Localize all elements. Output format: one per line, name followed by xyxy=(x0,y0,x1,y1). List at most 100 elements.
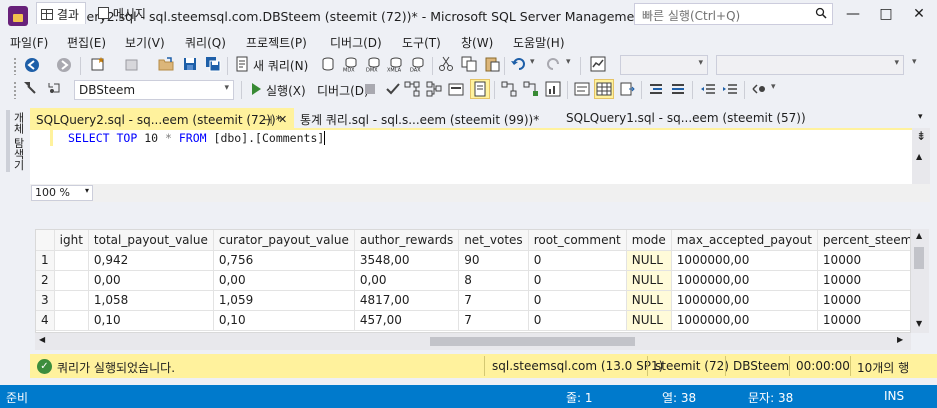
column-header[interactable]: ight xyxy=(54,230,89,251)
table-cell[interactable]: 0,10 xyxy=(88,310,214,331)
scroll-down-icon[interactable]: ▼ xyxy=(916,319,922,328)
table-row[interactable]: 4 0,10 0,10 457,00 7 0 NULL 1000000,00 1… xyxy=(36,310,910,331)
table-cell-null[interactable]: NULL xyxy=(626,290,672,311)
table-cell[interactable]: 0,756 xyxy=(213,250,355,271)
tab-stats-query[interactable]: 통계 쿼리.sql - sql.s...eem (steemit (99))* xyxy=(294,108,556,129)
toolbar-options-icon[interactable]: ▾ xyxy=(771,82,776,92)
table-cell[interactable]: 1000000,00 xyxy=(671,250,818,271)
cancel-execution-icon[interactable] xyxy=(363,82,377,96)
table-cell[interactable] xyxy=(54,290,89,311)
increase-indent-icon[interactable] xyxy=(722,81,738,97)
tab-results[interactable]: 결과 xyxy=(36,2,86,24)
split-icon[interactable]: ⇟ xyxy=(914,130,928,144)
table-cell[interactable]: 0 xyxy=(528,310,627,331)
live-query-stats-icon[interactable] xyxy=(523,81,539,97)
table-cell[interactable]: 1000000,00 xyxy=(671,290,818,311)
table-cell[interactable]: 0,942 xyxy=(88,250,214,271)
table-cell[interactable]: 10000 xyxy=(817,270,910,291)
navigate-back-icon[interactable] xyxy=(24,57,40,73)
debug-button[interactable]: 디버그(D) xyxy=(317,82,369,99)
table-cell[interactable]: 90 xyxy=(458,250,529,271)
table-cell[interactable]: 7 xyxy=(458,310,529,331)
undo-icon[interactable] xyxy=(511,56,527,72)
results-to-file-icon[interactable] xyxy=(619,81,635,97)
menu-edit[interactable]: 편집(E) xyxy=(67,34,106,51)
save-all-icon[interactable] xyxy=(205,56,221,72)
editor-horizontal-scrollbar[interactable] xyxy=(93,184,913,202)
menu-tools[interactable]: 도구(T) xyxy=(402,34,441,51)
parse-icon[interactable] xyxy=(385,81,401,97)
pin-icon[interactable]: ⊣ xyxy=(262,113,272,127)
query-options-icon[interactable] xyxy=(426,81,442,97)
comment-out-icon[interactable] xyxy=(648,81,664,97)
open-file-icon[interactable] xyxy=(158,56,174,72)
table-cell[interactable]: 0,00 xyxy=(354,270,460,291)
table-cell[interactable] xyxy=(54,250,89,271)
table-cell[interactable]: 0 xyxy=(528,290,627,311)
restore-button[interactable]: □ xyxy=(869,0,903,29)
tab-messages[interactable]: 메시지 xyxy=(94,2,152,24)
cut-icon[interactable] xyxy=(438,56,454,72)
grid-vertical-scrollbar[interactable]: ▲ ▼ xyxy=(911,229,929,333)
close-button[interactable]: ✕ xyxy=(902,0,936,29)
change-connection-icon[interactable] xyxy=(46,80,62,96)
close-icon[interactable]: ✕ xyxy=(278,113,287,126)
grid-corner[interactable] xyxy=(36,230,55,251)
mdx-query-icon[interactable]: MDX xyxy=(342,56,360,72)
solution-platforms-combo[interactable]: ▾ xyxy=(716,55,904,75)
table-cell[interactable]: 10000 xyxy=(817,290,910,311)
menu-debug[interactable]: 디버그(D) xyxy=(330,34,382,51)
table-cell[interactable]: 3548,00 xyxy=(354,250,460,271)
table-row[interactable]: 1 0,942 0,756 3548,00 90 0 NULL 1000000,… xyxy=(36,250,910,271)
row-number[interactable]: 3 xyxy=(36,290,55,311)
scroll-up-icon[interactable]: ▲ xyxy=(916,231,922,240)
table-cell[interactable] xyxy=(54,310,89,331)
table-cell[interactable]: 0 xyxy=(528,250,627,271)
specify-template-values-icon[interactable] xyxy=(751,81,769,97)
table-cell[interactable]: 1,058 xyxy=(88,290,214,311)
table-cell[interactable]: 1,059 xyxy=(213,290,355,311)
menu-help[interactable]: 도움말(H) xyxy=(513,34,565,51)
row-number[interactable]: 2 xyxy=(36,270,55,291)
table-cell[interactable]: 1000000,00 xyxy=(671,310,818,331)
tab-sqlquery2[interactable]: SQLQuery2.sql - sq...eem (steemit (72))*… xyxy=(30,108,294,129)
xmla-query-icon[interactable]: XMLA xyxy=(387,56,405,72)
grid-vertical-thumb[interactable] xyxy=(914,247,924,269)
table-cell[interactable]: 0,10 xyxy=(213,310,355,331)
toolbar-grip[interactable] xyxy=(13,57,17,75)
menu-view[interactable]: 보기(V) xyxy=(125,34,165,51)
paste-icon[interactable] xyxy=(484,56,500,72)
table-cell[interactable]: 8 xyxy=(458,270,529,291)
decrease-indent-icon[interactable] xyxy=(700,81,716,97)
zoom-select[interactable]: 100 % ▾ xyxy=(31,185,93,201)
include-actual-plan-icon[interactable] xyxy=(501,81,517,97)
database-select[interactable]: DBSteem ▾ xyxy=(74,80,234,100)
column-header[interactable]: author_rewards xyxy=(354,230,460,251)
intellisense-icon[interactable] xyxy=(448,81,464,97)
new-query-button[interactable]: 새 쿼리(N) xyxy=(253,57,308,74)
table-cell-null[interactable]: NULL xyxy=(626,250,672,271)
row-number[interactable]: 4 xyxy=(36,310,55,331)
table-cell[interactable]: 0 xyxy=(528,270,627,291)
tab-sqlquery1[interactable]: SQLQuery1.sql - sq...eem (steemit (57)) xyxy=(560,108,806,129)
search-icon[interactable] xyxy=(815,7,827,19)
table-row[interactable]: 3 1,058 1,059 4817,00 7 0 NULL 1000000,0… xyxy=(36,290,910,311)
menu-query[interactable]: 쿼리(Q) xyxy=(185,34,226,51)
add-item-icon[interactable] xyxy=(124,56,140,72)
new-project-icon[interactable] xyxy=(90,56,106,72)
code-line[interactable]: SELECT TOP 10 * FROM [dbo].[Comments] xyxy=(68,131,333,145)
minimize-button[interactable]: — xyxy=(836,0,870,29)
table-cell[interactable] xyxy=(54,270,89,291)
grid-horizontal-thumb[interactable] xyxy=(430,337,635,346)
ssms-app-icon[interactable] xyxy=(8,6,28,26)
save-icon[interactable] xyxy=(182,56,198,72)
table-cell[interactable]: 0,00 xyxy=(88,270,214,291)
available-databases-icon[interactable] xyxy=(22,80,38,96)
execute-button[interactable]: 실행(X) xyxy=(266,82,306,99)
table-cell[interactable]: 1000000,00 xyxy=(671,270,818,291)
column-header[interactable]: curator_payout_value xyxy=(213,230,355,251)
results-grid[interactable]: ight total_payout_value curator_payout_v… xyxy=(35,229,911,333)
redo-dropdown-icon[interactable]: ▾ xyxy=(566,57,571,67)
menu-project[interactable]: 프로젝트(P) xyxy=(246,34,307,51)
table-cell[interactable]: 4817,00 xyxy=(354,290,460,311)
